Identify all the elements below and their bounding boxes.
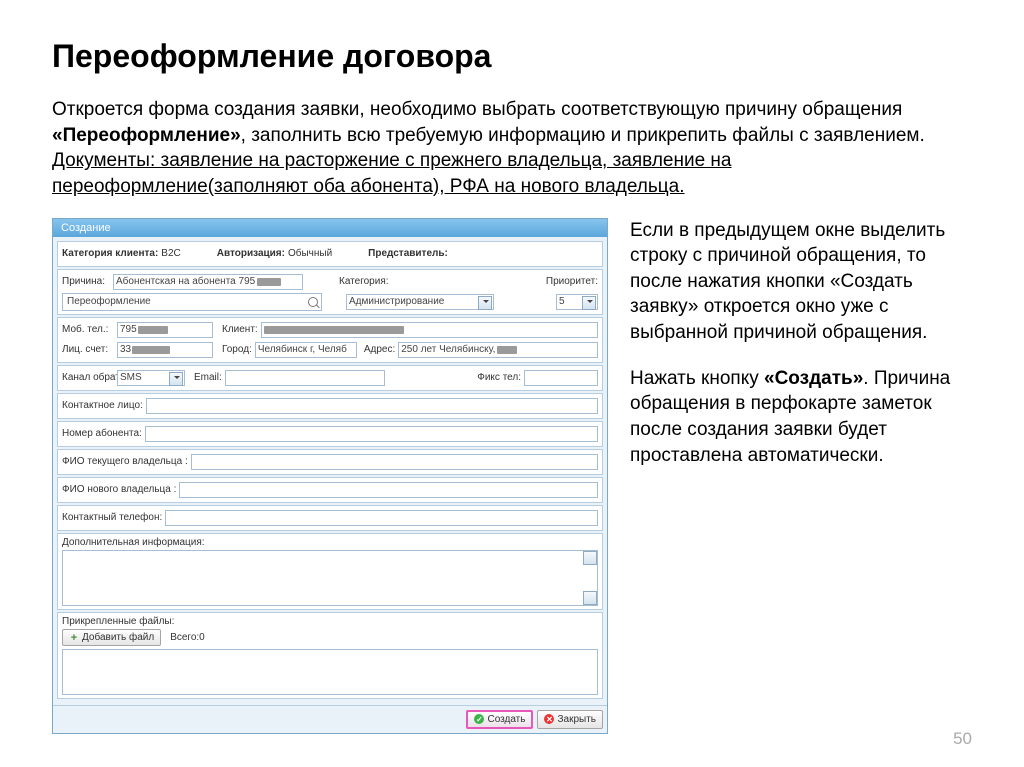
- channel-select[interactable]: SMS: [117, 370, 185, 386]
- cphone-field[interactable]: [165, 510, 598, 526]
- addr-label: Адрес:: [364, 344, 395, 355]
- hdr-auth-label: Авторизация:: [217, 248, 285, 259]
- fax-field[interactable]: [524, 370, 598, 386]
- search-value: Переоформление: [67, 296, 151, 307]
- window-titlebar: Создание: [53, 219, 607, 237]
- contact-field[interactable]: [146, 398, 598, 414]
- hdr-auth-val: Обычный: [288, 248, 332, 259]
- curown-label: ФИО текущего владельца :: [62, 456, 188, 467]
- page-title: Переоформление договора: [52, 38, 972, 75]
- reason-label: Причина:: [62, 276, 110, 287]
- files-total: Всего:0: [170, 632, 205, 643]
- side-para-1: Если в предыдущем окне выделить строку с…: [630, 218, 972, 346]
- contact-label: Контактное лицо:: [62, 400, 143, 411]
- window-mockup: Создание Категория клиента: B2C Авториза…: [52, 218, 608, 734]
- search-icon: [308, 297, 318, 307]
- mob-label: Моб. тел.:: [62, 324, 114, 335]
- close-button[interactable]: ✕Закрыть: [537, 710, 603, 729]
- acct-field[interactable]: 33: [117, 342, 213, 358]
- files-label: Прикрепленные файлы:: [62, 616, 598, 627]
- mob-field[interactable]: 795: [117, 322, 213, 338]
- create-button[interactable]: ✓Создать: [466, 710, 533, 729]
- files-list: [62, 649, 598, 695]
- subnum-label: Номер абонента:: [62, 428, 142, 439]
- newown-label: ФИО нового владельца :: [62, 484, 176, 495]
- hdr-rep-label: Представитель:: [368, 248, 448, 259]
- client-field[interactable]: [261, 322, 598, 338]
- client-label: Клиент:: [222, 324, 258, 335]
- add-file-button[interactable]: +Добавить файл: [62, 629, 161, 646]
- priority-select[interactable]: 5: [556, 294, 598, 310]
- close-icon: ✕: [544, 714, 554, 724]
- city-label: Город:: [222, 344, 252, 355]
- email-label: Email:: [194, 372, 222, 383]
- cphone-label: Контактный телефон:: [62, 512, 162, 523]
- intro-post: , заполнить всю требуемую информацию и п…: [241, 125, 925, 146]
- intro-bold: «Переоформление»: [52, 125, 241, 146]
- docs-line: Документы: заявление на расторжение с пр…: [52, 150, 731, 197]
- acct-label: Лиц. счет:: [62, 344, 114, 355]
- reason-search[interactable]: Переоформление: [62, 293, 322, 311]
- page-number: 50: [953, 729, 972, 749]
- fax-label: Фикс тел:: [477, 372, 521, 383]
- category-label: Категория:: [339, 276, 389, 287]
- channel-label: Канал обратной связи:: [62, 373, 114, 383]
- hdr-cat-label: Категория клиента:: [62, 248, 158, 259]
- addr-field[interactable]: 250 лет Челябинску,: [398, 342, 598, 358]
- addinfo-label: Дополнительная информация:: [62, 537, 598, 548]
- intro-text: Откроется форма создания заявки, необход…: [52, 97, 972, 200]
- email-field[interactable]: [225, 370, 385, 386]
- subnum-field[interactable]: [145, 426, 598, 442]
- city-field[interactable]: Челябинск г, Челяб: [255, 342, 357, 358]
- scroll-up-icon[interactable]: [583, 551, 597, 565]
- side-text: Если в предыдущем окне выделить строку с…: [630, 218, 972, 489]
- side-para-2: Нажать кнопку «Создать». Причина обращен…: [630, 366, 972, 469]
- intro-pre: Откроется форма создания заявки, необход…: [52, 99, 902, 120]
- check-icon: ✓: [474, 714, 484, 724]
- hdr-cat-val: B2C: [161, 248, 180, 259]
- category-select[interactable]: Администрирование: [346, 294, 494, 310]
- curown-field[interactable]: [191, 454, 598, 470]
- addinfo-textarea[interactable]: [62, 550, 598, 606]
- priority-label: Приоритет:: [546, 276, 598, 287]
- newown-field[interactable]: [179, 482, 598, 498]
- scroll-down-icon[interactable]: [583, 591, 597, 605]
- reason-field[interactable]: Абонентская на абонента 795: [113, 274, 303, 290]
- plus-icon: +: [69, 633, 79, 643]
